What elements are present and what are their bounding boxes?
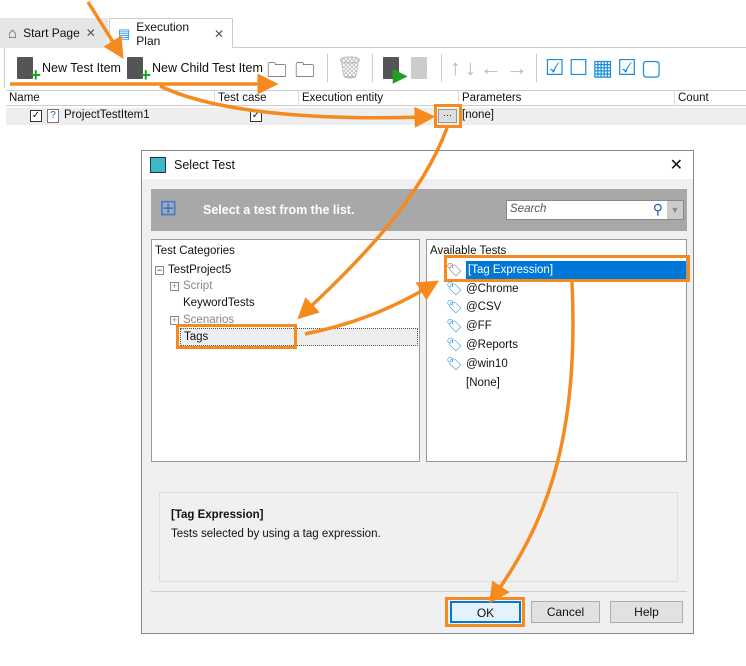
new-item-icon: + bbox=[15, 56, 41, 84]
new-child-folder-icon[interactable]: 🗀 bbox=[295, 56, 319, 82]
uncheck-selected-icon[interactable]: ▢ bbox=[641, 56, 662, 80]
highlight-tags bbox=[176, 324, 297, 349]
test-categories-panel: Test Categories − TestProject5 + Script Ke… bbox=[151, 239, 420, 462]
new-test-item-button[interactable]: + New Test Item bbox=[15, 53, 121, 84]
separator bbox=[440, 54, 442, 82]
run-disabled-icon[interactable] bbox=[409, 56, 433, 80]
item-name[interactable]: ProjectTestItem1 bbox=[64, 109, 150, 121]
tree-item-keywordtests[interactable]: KeywordTests bbox=[183, 294, 255, 312]
check-all-icon[interactable]: ☑ bbox=[545, 56, 565, 80]
toolbar: + New Test Item + New Child Test Item 🗀 🗀 … bbox=[4, 48, 746, 88]
cancel-button[interactable]: Cancel bbox=[531, 601, 600, 623]
tag-icon: 🏷 bbox=[446, 337, 463, 352]
highlight-tag-expression bbox=[444, 255, 690, 282]
table-row[interactable]: ✓ ? ProjectTestItem1 ✓ ··· [none] bbox=[6, 108, 746, 125]
description-box: [Tag Expression] Tests selected by using… bbox=[159, 492, 678, 582]
arrow-right-icon[interactable]: → bbox=[506, 55, 528, 81]
execution-plan-icon: ▤ bbox=[118, 25, 131, 41]
test-item-icon: ? bbox=[47, 109, 59, 123]
run-icon[interactable]: ▶ bbox=[381, 56, 407, 84]
separator bbox=[371, 54, 373, 82]
search-icon[interactable]: ⚲ bbox=[653, 201, 663, 218]
column-parameters[interactable]: Parameters bbox=[458, 91, 521, 106]
test-item-reports[interactable]: 🏷 @Reports bbox=[446, 336, 518, 354]
delete-icon[interactable]: 🗑 bbox=[336, 55, 364, 81]
help-button[interactable]: Help bbox=[610, 601, 683, 623]
arrow-left-icon[interactable]: ← bbox=[480, 55, 502, 81]
new-child-item-icon: + bbox=[125, 56, 151, 84]
collapse-icon[interactable]: − bbox=[155, 265, 164, 275]
tab-bar: ⌂ Start Page ✕ ▤ Execution Plan ✕ bbox=[0, 18, 746, 48]
divider bbox=[151, 591, 687, 592]
column-execution-entity[interactable]: Execution entity bbox=[298, 91, 383, 106]
column-name[interactable]: Name bbox=[6, 91, 40, 106]
home-icon: ⌂ bbox=[8, 24, 18, 42]
select-test-dialog: Select Test ✕ ⊞ Select a test from the l… bbox=[141, 150, 694, 634]
close-icon[interactable]: ✕ bbox=[214, 27, 224, 41]
separator bbox=[535, 54, 537, 82]
test-case-checkbox[interactable]: ✓ bbox=[250, 110, 262, 122]
parameters-value[interactable]: [none] bbox=[462, 109, 494, 121]
check-selected-icon[interactable]: ☑ bbox=[617, 56, 637, 80]
highlight-ellipsis bbox=[434, 104, 462, 128]
column-count[interactable]: Count bbox=[674, 91, 709, 106]
tab-start-page[interactable]: ⌂ Start Page ✕ bbox=[0, 18, 108, 48]
grid-header: Name Test case Execution entity Paramete… bbox=[6, 90, 746, 106]
new-folder-icon[interactable]: 🗀 bbox=[267, 56, 291, 82]
dialog-banner: ⊞ Select a test from the list. Search ⚲ … bbox=[151, 189, 687, 231]
tree-item-script[interactable]: + Script bbox=[170, 277, 212, 295]
tab-execution-plan[interactable]: ▤ Execution Plan ✕ bbox=[109, 18, 233, 48]
close-icon[interactable]: ✕ bbox=[670, 155, 683, 175]
test-item-win10[interactable]: 🏷 @win10 bbox=[446, 355, 508, 373]
test-item-csv[interactable]: 🏷 @CSV bbox=[446, 298, 501, 316]
dialog-app-icon bbox=[150, 157, 166, 173]
tree-icon: ⊞ bbox=[159, 195, 178, 220]
new-child-test-item-button[interactable]: + New Child Test Item bbox=[125, 53, 263, 84]
tag-icon: 🏷 bbox=[446, 356, 463, 371]
search-input[interactable]: Search ⚲ ▼ bbox=[506, 200, 684, 220]
tag-icon: 🏷 bbox=[446, 281, 463, 296]
tag-icon: 🏷 bbox=[446, 318, 463, 333]
highlight-ok bbox=[445, 597, 525, 627]
separator bbox=[326, 54, 328, 82]
column-test-case[interactable]: Test case bbox=[214, 91, 267, 106]
chevron-down-icon[interactable]: ▼ bbox=[667, 201, 683, 219]
arrow-down-icon[interactable]: ↓ bbox=[465, 55, 476, 81]
dialog-titlebar: Select Test ✕ bbox=[142, 151, 693, 179]
enabled-checkbox[interactable]: ✓ bbox=[30, 110, 42, 122]
expand-icon[interactable]: + bbox=[170, 281, 179, 291]
arrow-up-icon[interactable]: ↑ bbox=[450, 55, 461, 81]
invert-check-icon[interactable]: ▦ bbox=[592, 56, 613, 80]
test-item-chrome[interactable]: 🏷 @Chrome bbox=[446, 280, 519, 298]
uncheck-all-icon[interactable]: ☐ bbox=[569, 56, 589, 80]
test-item-none[interactable]: [None] bbox=[466, 374, 500, 392]
test-item-ff[interactable]: 🏷 @FF bbox=[446, 317, 492, 335]
close-icon[interactable]: ✕ bbox=[86, 26, 96, 40]
tag-icon: 🏷 bbox=[446, 299, 463, 314]
